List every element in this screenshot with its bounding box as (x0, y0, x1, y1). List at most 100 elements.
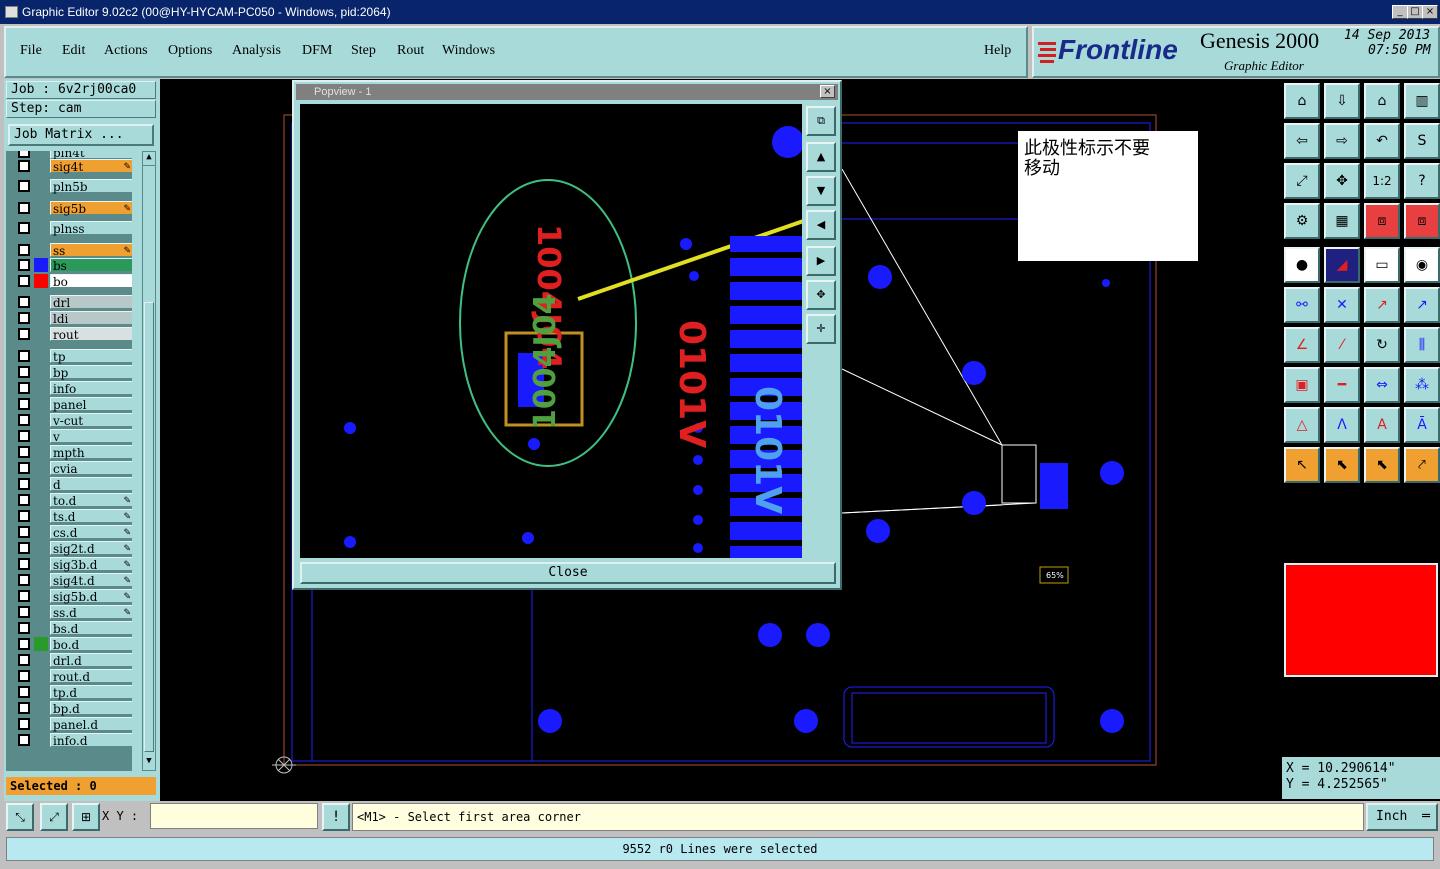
layer-row[interactable]: tp.d (14, 685, 132, 700)
layer-checkbox[interactable] (18, 654, 30, 666)
layer-checkbox[interactable] (18, 446, 30, 458)
layer-row[interactable]: cs.d ✎ (14, 525, 132, 540)
layer-row[interactable]: panel (14, 397, 132, 412)
layer-checkbox[interactable] (18, 670, 30, 682)
popview-right-icon[interactable]: ▶ (806, 246, 836, 276)
layer-row[interactable]: pln5b (14, 179, 132, 194)
layer-checkbox[interactable] (18, 606, 30, 618)
layer-checkbox[interactable] (18, 160, 30, 172)
zoom-home-icon[interactable]: ⌂ (1284, 83, 1320, 119)
layer-checkbox[interactable] (18, 526, 30, 538)
pattern-icon[interactable]: ⁂ (1404, 367, 1440, 403)
line-move-icon[interactable]: ↗ (1404, 287, 1440, 323)
layer-row[interactable]: ldi (14, 311, 132, 326)
slash-icon[interactable]: ⁄ (1324, 327, 1360, 363)
layer-row[interactable]: v-cut (14, 413, 132, 428)
popview-canvas[interactable]: 1004J04 1004J04 0101V 0101V (300, 104, 802, 558)
layer-row[interactable]: bs.d (14, 621, 132, 636)
popview-down-icon[interactable]: ▼ (806, 176, 836, 206)
units-button[interactable]: Inch ═ (1366, 803, 1438, 831)
menu-help[interactable]: Help (984, 43, 1011, 59)
pan-down-icon[interactable]: ⇩ (1324, 83, 1360, 119)
layer-scrollbar[interactable]: ▲ ▼ (142, 151, 156, 771)
layer-row[interactable]: bo (14, 274, 132, 289)
triangle-c-icon[interactable]: Ā (1404, 407, 1440, 443)
layer-row[interactable]: info.d (14, 733, 132, 748)
layer-row[interactable]: tp (14, 349, 132, 364)
popview-close-icon[interactable]: × (820, 85, 835, 98)
layer-row[interactable]: info (14, 381, 132, 396)
menu-file[interactable]: File (20, 43, 42, 59)
layer-checkbox[interactable] (18, 574, 30, 586)
triangle-red-icon[interactable]: △ (1284, 407, 1320, 443)
layer-checkbox[interactable] (18, 702, 30, 714)
layer-row[interactable]: to.d ✎ (14, 493, 132, 508)
layer-checkbox[interactable] (18, 296, 30, 308)
layer-row[interactable]: ts.d ✎ (14, 509, 132, 524)
layer-row[interactable]: mpth (14, 445, 132, 460)
minus-icon[interactable]: ━ (1324, 367, 1360, 403)
layer-row[interactable]: sig5b.d ✎ (14, 589, 132, 604)
layer-row[interactable]: plnss (14, 221, 132, 236)
angle-icon[interactable]: ∠ (1284, 327, 1320, 363)
layer-checkbox[interactable] (18, 734, 30, 746)
select-box-icon[interactable]: ⬉ (1324, 447, 1360, 483)
popview-left-icon[interactable]: ◀ (806, 210, 836, 240)
home-view-icon[interactable]: ⌂ (1364, 83, 1400, 119)
line-add-icon[interactable]: ↗ (1364, 287, 1400, 323)
layer-filter-icon[interactable]: ⧈ (1364, 203, 1400, 239)
triangle-b-icon[interactable]: A (1364, 407, 1400, 443)
layer-row[interactable]: sig5b ✎ (14, 201, 132, 216)
zoom-fit-icon[interactable]: ⤢ (1284, 163, 1320, 199)
select-net-icon[interactable]: ⤤ (1404, 447, 1440, 483)
layer-checkbox[interactable] (18, 259, 30, 271)
layer-row[interactable]: sig3b.d ✎ (14, 557, 132, 572)
polarity-icon[interactable]: ◢ (1324, 247, 1360, 283)
query-icon[interactable]: ? (1404, 163, 1440, 199)
layer-row[interactable]: bp.d (14, 701, 132, 716)
zoom-center-icon[interactable]: ✥ (1324, 163, 1360, 199)
zoom-1-2-icon[interactable]: 1:2 (1364, 163, 1400, 199)
undo-view-icon[interactable]: ↶ (1364, 123, 1400, 159)
layer-checkbox[interactable] (18, 180, 30, 192)
scroll-up-icon[interactable]: ▲ (143, 152, 155, 166)
layer-row[interactable]: d (14, 477, 132, 492)
pan-right-icon[interactable]: ⇨ (1324, 123, 1360, 159)
select-arrow-icon[interactable]: ↖ (1284, 447, 1320, 483)
xy-input[interactable] (150, 803, 318, 829)
layer-checkbox[interactable] (18, 558, 30, 570)
menu-edit[interactable]: Edit (62, 43, 85, 59)
layer-row[interactable]: bp (14, 365, 132, 380)
layer-row[interactable]: sig4t.d ✎ (14, 573, 132, 588)
minimize-icon[interactable]: _ (1392, 5, 1408, 19)
layer-checkbox[interactable] (18, 398, 30, 410)
job-matrix-button[interactable]: Job Matrix ... (8, 124, 154, 146)
layer-row[interactable]: cvia (14, 461, 132, 476)
popview-fit-icon[interactable]: ⧉ (806, 106, 836, 136)
layer-checkbox[interactable] (18, 430, 30, 442)
layer-row[interactable]: bs (14, 258, 132, 273)
split-icon[interactable]: ⫼ (1404, 327, 1440, 363)
menu-analysis[interactable]: Analysis (232, 43, 281, 59)
layer-checkbox[interactable] (18, 462, 30, 474)
snap-icon[interactable]: ⚙ (1284, 203, 1320, 239)
layer-checkbox[interactable] (18, 222, 30, 234)
layer-checkbox[interactable] (18, 244, 30, 256)
layer-checkbox[interactable] (18, 478, 30, 490)
maximize-icon[interactable]: □ (1407, 5, 1423, 19)
layer-checkbox[interactable] (18, 622, 30, 634)
layer-row[interactable]: panel.d (14, 717, 132, 732)
layer-checkbox[interactable] (18, 382, 30, 394)
circle-icon[interactable]: ◉ (1404, 247, 1440, 283)
triangle-a-icon[interactable]: Λ (1324, 407, 1360, 443)
layer-checkbox[interactable] (18, 275, 30, 287)
layer-checkbox[interactable] (18, 494, 30, 506)
layer-checkbox[interactable] (18, 542, 30, 554)
popview-close-button[interactable]: Close (300, 562, 836, 584)
popview-zoom-in-icon[interactable]: ✛ (806, 314, 836, 344)
grid-toggle-icon[interactable]: ⊞ (72, 803, 100, 831)
layer-row[interactable]: drl.d (14, 653, 132, 668)
pad-add-icon[interactable]: ● (1284, 247, 1320, 283)
popview-up-icon[interactable]: ▲ (806, 142, 836, 172)
menu-rout[interactable]: Rout (397, 43, 424, 59)
